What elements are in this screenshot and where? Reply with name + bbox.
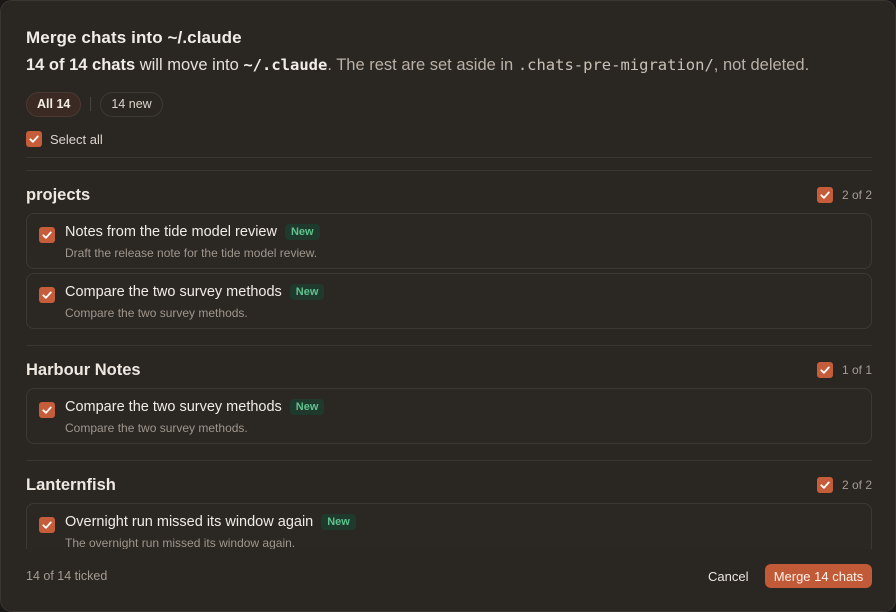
chat-checkbox[interactable] <box>39 402 55 418</box>
group-header-harbour-notes: Harbour Notes 1 of 1 <box>26 359 872 381</box>
chat-title-row: Compare the two survey methods New <box>65 284 325 300</box>
chat-checkbox[interactable] <box>39 517 55 533</box>
dialog-footer <box>1 549 895 611</box>
group-checkbox[interactable] <box>816 362 833 378</box>
group-count: 2 of 2 <box>816 187 872 203</box>
dialog-title: Merge chats into ~/.claude <box>26 28 242 47</box>
group-count-label: 2 of 2 <box>841 188 872 202</box>
checkmark-icon <box>29 135 39 143</box>
chat-title-row: Compare the two survey methods New <box>65 399 325 415</box>
group-checkbox[interactable] <box>816 477 833 493</box>
checkmark-icon <box>42 521 52 529</box>
group-count: 2 of 2 <box>816 477 872 493</box>
chat-item[interactable]: Compare the two survey methods New Compa… <box>26 273 872 329</box>
group-count: 1 of 1 <box>816 362 872 378</box>
chat-title-row: Overnight run missed its window again Ne… <box>65 514 356 530</box>
summary-count: 14 of 14 chats <box>26 56 136 74</box>
summary-rest: . The rest are set aside in <box>327 56 518 74</box>
group-name: Harbour Notes <box>26 360 141 379</box>
dialog-summary: 14 of 14 chats will move into ~/.claude.… <box>26 56 809 75</box>
select-all-label: Select all <box>50 131 103 147</box>
chat-title: Overnight run missed its window again <box>65 514 314 530</box>
chat-title: Compare the two survey methods <box>65 284 282 300</box>
checkmark-icon <box>820 366 830 374</box>
group-checkbox[interactable] <box>816 187 833 203</box>
summary-tail: , not deleted. <box>713 56 810 74</box>
filter-chip-all[interactable]: All 14 <box>26 91 82 117</box>
chat-description: The overnight run missed its window agai… <box>65 536 296 550</box>
group-header-lanternfish: Lanternfish 2 of 2 <box>26 474 872 496</box>
select-all-checkbox[interactable] <box>26 131 42 147</box>
checkmark-icon <box>820 481 830 489</box>
filter-chips: All 14 14 new <box>26 91 163 117</box>
group-count-label: 1 of 1 <box>841 363 872 377</box>
cancel-button[interactable]: Cancel <box>700 564 756 588</box>
summary-will-move: will move into <box>135 56 244 74</box>
divider <box>26 345 872 346</box>
chat-item[interactable]: Notes from the tide model review New Dra… <box>26 213 872 269</box>
merge-button[interactable]: Merge 14 chats <box>765 564 872 588</box>
ticked-count: 14 of 14 ticked <box>26 569 108 583</box>
chat-checkbox[interactable] <box>39 287 55 303</box>
chat-checkbox[interactable] <box>39 227 55 243</box>
divider <box>26 460 872 461</box>
new-badge: New <box>321 514 356 530</box>
chip-divider <box>90 97 92 111</box>
chat-title: Notes from the tide model review <box>65 224 277 240</box>
new-badge: New <box>289 284 325 300</box>
group-name: Lanternfish <box>26 475 116 494</box>
checkmark-icon <box>820 191 830 199</box>
chat-description: Draft the release note for the tide mode… <box>65 246 318 260</box>
checkmark-icon <box>42 231 52 239</box>
group-header-projects: projects 2 of 2 <box>26 184 872 206</box>
summary-aside-dir: .chats-pre-migration/ <box>517 56 714 74</box>
filter-chip-new[interactable]: 14 new <box>100 91 163 117</box>
summary-target: ~/.claude <box>243 56 328 74</box>
checkmark-icon <box>42 406 52 414</box>
chat-description: Compare the two survey methods. <box>65 306 248 320</box>
checkmark-icon <box>42 291 52 299</box>
new-badge: New <box>284 224 320 240</box>
chat-item[interactable]: Compare the two survey methods New Compa… <box>26 388 872 444</box>
select-all-toggle[interactable]: Select all <box>26 131 103 147</box>
group-name: projects <box>26 185 91 204</box>
divider <box>26 157 872 158</box>
divider <box>26 170 872 171</box>
new-badge: New <box>289 399 325 415</box>
chat-description: Compare the two survey methods. <box>65 421 248 435</box>
group-count-label: 2 of 2 <box>841 478 872 492</box>
chat-title-row: Notes from the tide model review New <box>65 224 320 240</box>
chat-title: Compare the two survey methods <box>65 399 282 415</box>
merge-dialog: Merge chats into ~/.claude 14 of 14 chat… <box>0 0 896 612</box>
